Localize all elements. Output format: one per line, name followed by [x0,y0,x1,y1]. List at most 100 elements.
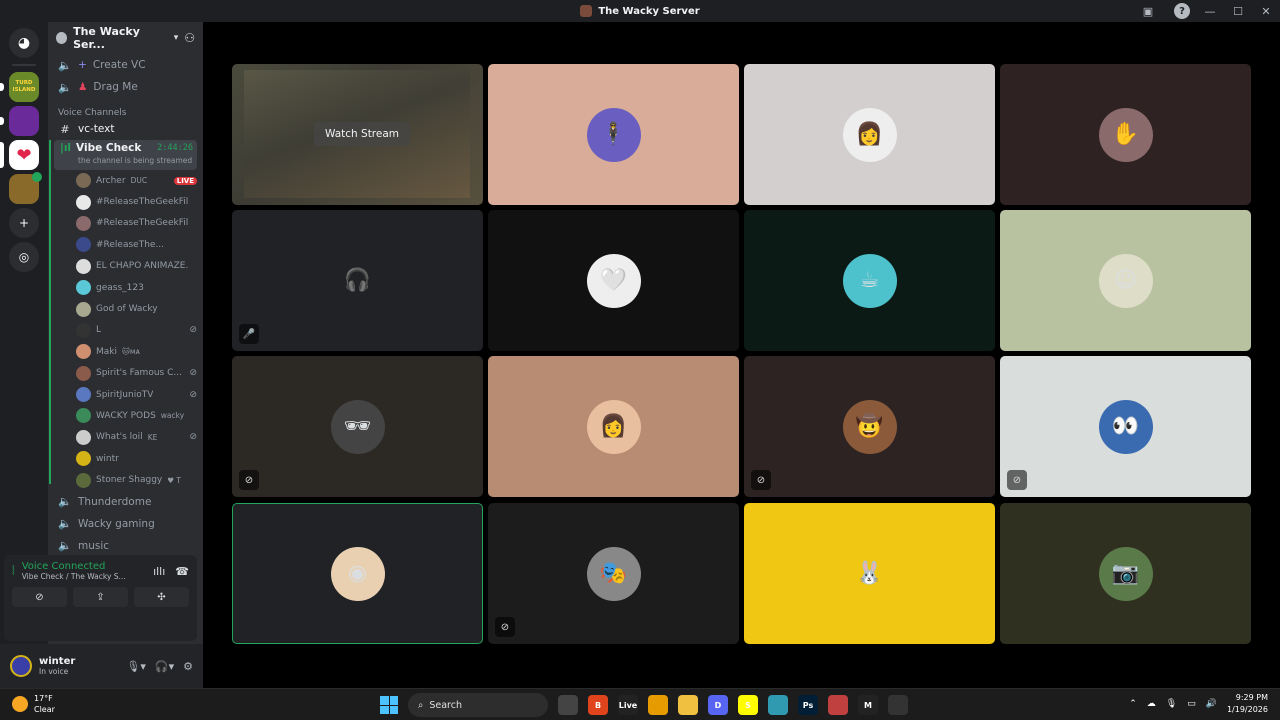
voice-channel[interactable]: 🔈 music [48,535,203,557]
voice-channel[interactable]: 🔈 Thunderdome [48,491,203,513]
voice-member[interactable]: L ⊘ [76,320,203,341]
participant-tile[interactable]: ◉ [232,503,483,644]
volume-icon[interactable]: 🔊 [1206,699,1217,709]
voice-status[interactable]: Voice Connected [22,561,126,572]
voice-member[interactable]: EL CHAPO ANIMAZE... [76,256,203,277]
watch-stream-button[interactable]: Watch Stream [314,122,411,146]
close-button[interactable]: ✕ [1252,5,1280,18]
participant-tile[interactable]: ✋ [1000,64,1251,205]
voice-member[interactable]: #ReleaseTheGeekFiles [76,191,203,212]
home-button[interactable]: ◕ [9,28,39,58]
taskbar-app[interactable] [648,695,668,715]
weather-widget[interactable]: 17°F Clear [12,693,55,715]
settings-gear-icon[interactable]: ⚙ [183,660,193,673]
server-name: The Wacky Ser... [73,25,140,51]
taskbar-app[interactable]: B [588,695,608,715]
channel-vibe-check[interactable]: |ıl Vibe Check 2:44:26 the channel is be… [54,140,197,170]
participant-tile[interactable]: 📷 [1000,503,1251,644]
voice-member[interactable]: Spirit's Famous C... ⊘ [76,363,203,384]
camera-off-button[interactable]: ⊘ [12,587,67,607]
voice-member[interactable]: Archer DUC LIVE [76,170,203,191]
participant-tile[interactable]: 🕴 [488,64,739,205]
participant-tile[interactable]: 🐰 [744,503,995,644]
channel-vc-text[interactable]: # vc-text [48,118,203,140]
avatar: ☺ [1098,253,1153,308]
channel-create-vc[interactable]: 🔈 + Create VC [48,54,203,76]
participant-tile[interactable]: 🎧 🎤 [232,210,483,351]
channel-drag-me[interactable]: 🔈 ♟ Drag Me [48,76,203,98]
server-turd-island[interactable]: TURD ISLAND [0,72,39,102]
voice-member[interactable]: What's loil KE ⊘ [76,427,203,448]
taskbar-app[interactable] [828,695,848,715]
voice-member[interactable]: #ReleaseTheGeekFiles [76,213,203,234]
participant-tile[interactable]: 🕶 ⊘ [232,356,483,497]
live-badge: LIVE [173,176,197,185]
chevron-down-icon: ▾ [173,33,179,43]
mic-tray-icon[interactable]: 🎙 [1166,699,1177,709]
explore-button[interactable]: ◎ [9,242,39,272]
server-list-separator [12,64,36,66]
taskbar-app[interactable]: D [708,695,728,715]
avatar [76,322,91,338]
server-header[interactable]: The Wacky Ser... ▾ ⚇ [48,22,203,54]
add-server-button[interactable]: + [9,208,39,238]
noise-suppression-icon[interactable]: ıllı [153,565,165,578]
voice-location[interactable]: Vibe Check / The Wacky S... [22,572,126,581]
member-name: Maki [96,346,117,357]
network-icon[interactable]: ▭ [1187,699,1196,709]
voice-member[interactable]: SpiritJunioTV ⊘ [76,384,203,405]
participant-tile[interactable]: 👩 [744,64,995,205]
start-button[interactable] [380,696,398,714]
participant-tile[interactable]: ☕ [744,210,995,351]
server-4[interactable] [9,172,42,204]
voice-member-list: Archer DUC LIVE #ReleaseTheGeekFiles #Releas… [48,140,203,491]
taskbar-app[interactable] [768,695,788,715]
avatar [76,215,91,231]
participant-tile[interactable]: 👩 [488,356,739,497]
add-member-icon[interactable]: ⚇ [184,31,195,45]
signal-icon[interactable]: ⦚ [12,564,15,579]
taskbar-app[interactable] [888,695,908,715]
participant-tile[interactable]: ☺ [1000,210,1251,351]
participant-tile[interactable]: 🤠 ⊘ [744,356,995,497]
voice-member[interactable]: Stoner Shaggy ♥ T [76,469,203,490]
server-2[interactable] [0,106,39,136]
cloud-icon[interactable]: ☁ [1147,699,1156,709]
server-wacky[interactable]: ❤ [0,140,39,170]
taskbar-app[interactable]: S [738,695,758,715]
taskbar-app[interactable]: Ps [798,695,818,715]
participant-tile[interactable]: 👀 ⊘ [1000,356,1251,497]
activities-button[interactable]: ✣ [134,587,189,607]
voice-channel[interactable]: 🔈 Wacky gaming [48,513,203,535]
taskbar-app[interactable]: Live [618,695,638,715]
minimize-button[interactable]: — [1196,5,1224,18]
taskbar-app[interactable]: M [858,695,878,715]
voice-member[interactable]: geass_123 [76,277,203,298]
disconnect-icon[interactable]: ☎ [175,565,189,578]
microphone-icon[interactable]: 🎙▾ [126,660,146,673]
voice-member[interactable]: WACKY PODS wacky [76,405,203,426]
help-icon[interactable]: ? [1174,3,1190,19]
inbox-icon[interactable]: ▣ [1140,3,1156,19]
voice-member[interactable]: Maki 🐱ᴍᴀ [76,341,203,362]
chevron-up-icon[interactable]: ⌃ [1129,699,1137,709]
headphones-icon[interactable]: 🎧▾ [155,660,174,673]
voice-member[interactable]: #ReleaseThe... [76,234,203,255]
muted-icon: 🎤 [239,324,259,344]
member-name: WACKY PODS [96,410,156,421]
muted-icon: ⊘ [189,368,197,379]
taskbar-search[interactable]: ⌕ Search [408,693,548,717]
participant-tile[interactable]: 🤍 [488,210,739,351]
screen-share-button[interactable]: ⇪ [73,587,128,607]
maximize-button[interactable]: ☐ [1224,5,1252,18]
taskbar-app[interactable] [558,695,578,715]
voice-timer: 2:44:26 [157,143,193,153]
category-voice-channels[interactable]: Voice Channels [48,98,203,118]
voice-member[interactable]: God of Wacky [76,298,203,319]
avatar[interactable] [10,655,32,677]
participant-tile[interactable]: 🎭 ⊘ [488,503,739,644]
voice-member[interactable]: wintr [76,448,203,469]
taskbar-app[interactable] [678,695,698,715]
stream-tile[interactable]: Watch Stream [232,64,483,205]
clock[interactable]: 9:29 PM 1/19/2026 [1227,692,1268,716]
